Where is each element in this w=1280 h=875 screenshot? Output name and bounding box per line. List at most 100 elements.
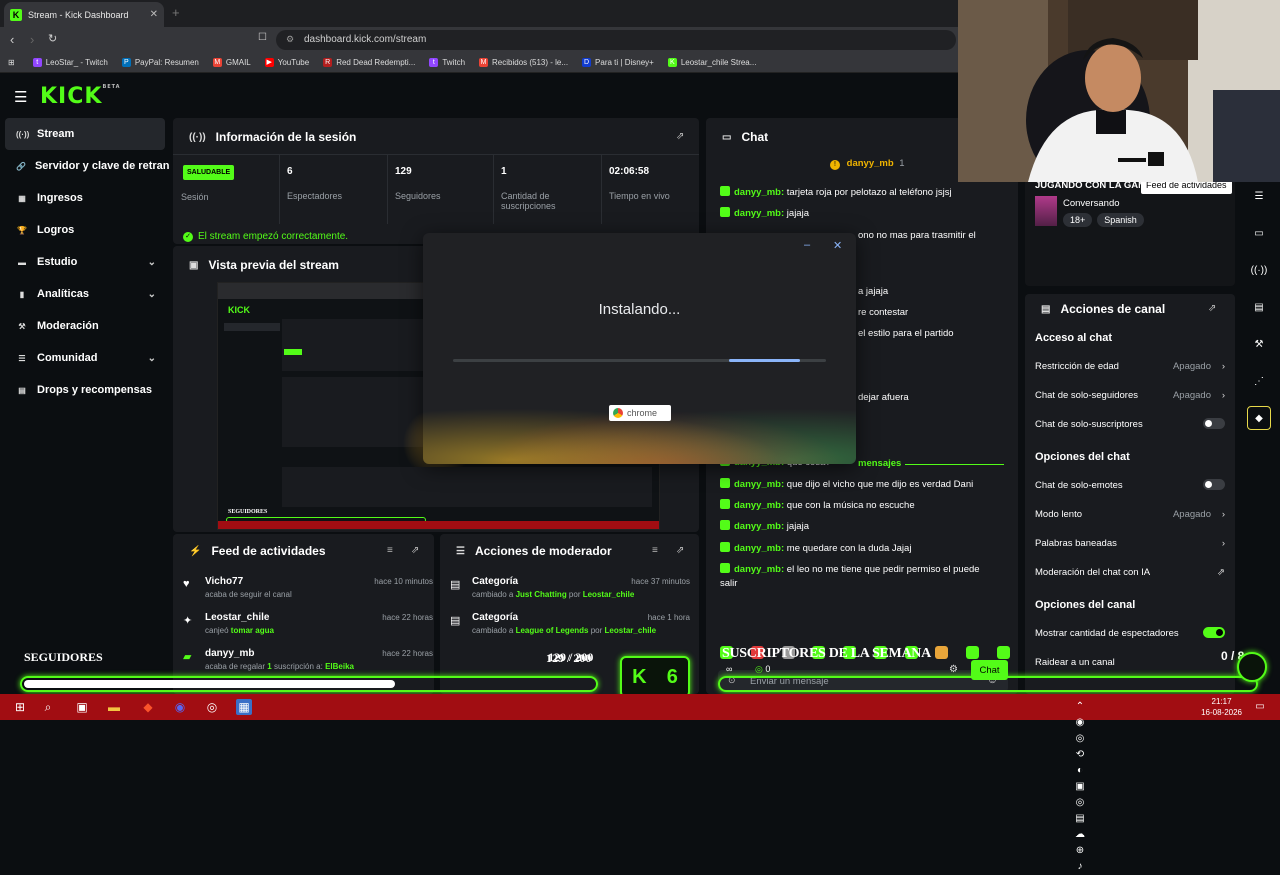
taskbar-clock[interactable]: 21:17 16-08-2026: [1201, 696, 1242, 718]
bookmark-item[interactable]: M Recibidos (513) - le...: [479, 58, 568, 67]
chat-message[interactable]: salir: [720, 578, 737, 589]
popout-icon[interactable]: ⇗: [1208, 303, 1216, 314]
category-thumbnail[interactable]: [1035, 196, 1057, 226]
bookmark-item[interactable]: R Red Dead Redempti...: [323, 58, 415, 67]
filter-icon[interactable]: ≡: [387, 545, 393, 556]
stream-tag[interactable]: Spanish: [1097, 213, 1144, 227]
bookmark-item[interactable]: ▶ YouTube: [264, 58, 309, 67]
chat-message[interactable]: danyy_mb: tarjeta roja por pelotazo al t…: [720, 186, 952, 198]
channel-setting-row[interactable]: Mostrar cantidad de espectadores: [1035, 627, 1225, 639]
emote-icon[interactable]: [966, 646, 980, 659]
sidebar-item[interactable]: ▮ Analíticas ⌄: [0, 278, 170, 310]
rail-list-icon[interactable]: ☰: [1247, 184, 1271, 208]
feed-item[interactable]: ✦ Leostar_chile hace 22 horas canjeó tomar …: [183, 612, 433, 642]
toggle-switch[interactable]: [1203, 479, 1225, 490]
toggle-switch[interactable]: [1203, 627, 1225, 638]
rail-chat-icon[interactable]: ▭: [1247, 221, 1271, 245]
kick-logo[interactable]: KICKBETA: [40, 84, 121, 109]
bookmark-star-icon[interactable]: ☐: [258, 32, 267, 43]
chat-message[interactable]: el estilo para el partido: [858, 328, 954, 339]
chat-username[interactable]: danyy_mb:: [734, 564, 784, 575]
toggle-switch[interactable]: [1203, 418, 1225, 429]
bookmark-item[interactable]: K Leostar_chile Strea...: [667, 58, 756, 67]
back-icon[interactable]: ‹: [10, 32, 14, 47]
bookmark-item[interactable]: M GMAIL: [212, 58, 251, 67]
popout-icon[interactable]: ⇗: [676, 131, 684, 142]
sidebar-item[interactable]: ▬ Estudio ⌄: [0, 246, 170, 278]
channel-setting-row[interactable]: Chat de solo-seguidores Apagado ›: [1035, 390, 1225, 401]
rail-tag-icon[interactable]: ◆: [1247, 406, 1271, 430]
emote-icon[interactable]: [996, 646, 1010, 659]
feed-item[interactable]: ▰ danyy_mb hace 22 horas acaba de regalar 1…: [183, 648, 433, 678]
chat-message[interactable]: re contestar: [858, 307, 908, 318]
bookmark-item[interactable]: t Twitch: [429, 58, 465, 67]
sidebar-item[interactable]: ☰ Comunidad ⌄: [0, 342, 170, 374]
channel-setting-row[interactable]: Raidear a un canal: [1035, 657, 1225, 668]
close-icon[interactable]: ✕: [833, 239, 842, 252]
hamburger-menu-icon[interactable]: ☰: [14, 88, 27, 106]
obs-icon[interactable]: ◎: [204, 699, 220, 715]
search-icon[interactable]: ⌕: [40, 699, 56, 715]
sidebar-item[interactable]: 🏆 Logros: [0, 214, 170, 246]
sidebar-item[interactable]: ▦ Ingresos: [0, 182, 170, 214]
minimize-icon[interactable]: –: [804, 239, 810, 251]
channel-setting-row[interactable]: Restricción de edad Apagado ›: [1035, 361, 1225, 372]
mod-action-item[interactable]: ▤ Categoría hace 37 minutos cambiado a Just…: [450, 576, 690, 606]
sidebar-item[interactable]: ▤ Drops y recompensas: [0, 374, 170, 406]
bookmark-item[interactable]: t LeoStar_ - Twitch: [32, 58, 108, 67]
sidebar-item[interactable]: ⚒ Moderación: [0, 310, 170, 342]
chat-message[interactable]: ono no mas para trasmitir el: [858, 230, 976, 241]
feed-item[interactable]: ♥ Vicho77 hace 10 minutos acaba de seguir e…: [183, 576, 433, 606]
rail-broadcast-icon[interactable]: ((·)): [1247, 258, 1271, 282]
filter-icon[interactable]: ≡: [652, 545, 658, 556]
popout-icon[interactable]: ⇗: [676, 545, 684, 556]
chat-username[interactable]: danyy_mb:: [734, 187, 784, 198]
installer-app-icon[interactable]: ▦: [236, 699, 252, 715]
chat-message[interactable]: a jajaja: [858, 286, 888, 297]
channel-setting-row[interactable]: Palabras baneadas ›: [1035, 538, 1225, 549]
site-info-icon[interactable]: ⚙: [286, 34, 294, 45]
rail-share-icon[interactable]: ⋰: [1247, 369, 1271, 393]
windows-start-icon[interactable]: ⊞: [12, 699, 28, 715]
chat-username[interactable]: danyy_mb:: [734, 521, 784, 532]
rail-session-icon[interactable]: ▤: [1247, 295, 1271, 319]
chat-username[interactable]: danyy_mb:: [734, 500, 784, 511]
feed-item-name[interactable]: danyy_mb: [205, 648, 254, 659]
rail-mod-icon[interactable]: ⚒: [1247, 332, 1271, 356]
channel-setting-row[interactable]: Modo lento Apagado ›: [1035, 509, 1225, 520]
channel-setting-row[interactable]: Chat de solo-emotes: [1035, 479, 1225, 491]
reload-icon[interactable]: ↻: [48, 32, 57, 45]
file-explorer-icon[interactable]: ▬: [106, 699, 122, 715]
channel-setting-row[interactable]: Moderación del chat con IA ⇗: [1035, 567, 1225, 578]
stream-tag[interactable]: 18+: [1063, 213, 1093, 227]
chat-message[interactable]: danyy_mb: jajaja: [720, 207, 809, 219]
channel-setting-row[interactable]: Chat de solo-suscriptores: [1035, 418, 1225, 430]
mod-action-item[interactable]: ▤ Categoría hace 1 hora cambiado a League o…: [450, 612, 690, 642]
forward-icon[interactable]: ›: [30, 32, 34, 47]
chat-message[interactable]: danyy_mb: que con la música no escuche: [720, 499, 915, 511]
chat-message[interactable]: danyy_mb: me quedare con la duda Jajaj: [720, 542, 911, 554]
chat-gear-icon[interactable]: ⚙: [949, 664, 958, 675]
chat-message[interactable]: danyy_mb: que dijo el vicho que me dijo …: [720, 478, 973, 490]
browser-tab[interactable]: K Stream - Kick Dashboard ✕: [4, 2, 164, 27]
feed-item-name[interactable]: Leostar_chile: [205, 612, 269, 623]
brave-icon[interactable]: ◆: [140, 699, 156, 715]
bookmark-item[interactable]: D Para ti | Disney+: [582, 58, 654, 67]
users-icon[interactable]: ∞: [726, 664, 732, 674]
feed-item-name[interactable]: Vicho77: [205, 576, 243, 587]
bookmark-item[interactable]: P PayPal: Resumen: [121, 58, 199, 67]
chat-username[interactable]: danyy_mb:: [734, 543, 784, 554]
chat-message[interactable]: danyy_mb: el leo no me tiene que pedir p…: [720, 563, 980, 575]
stream-category[interactable]: Conversando: [1063, 198, 1120, 209]
chat-username[interactable]: danyy_mb:: [734, 479, 784, 490]
sidebar-item[interactable]: ((·)) Stream: [5, 118, 165, 150]
task-view-icon[interactable]: ▣: [74, 699, 90, 715]
emote-icon[interactable]: [935, 646, 949, 659]
discord-icon[interactable]: ◉: [172, 699, 188, 715]
pinned-top-user[interactable]: ! danyy_mb 1: [830, 158, 905, 170]
tab-close-icon[interactable]: ✕: [150, 9, 158, 20]
apps-icon[interactable]: ⊞: [8, 58, 15, 67]
sidebar-item[interactable]: 🔗 Servidor y clave de retransmisión: [0, 150, 170, 182]
chat-username[interactable]: danyy_mb:: [734, 208, 784, 219]
new-tab-icon[interactable]: +: [172, 5, 180, 20]
